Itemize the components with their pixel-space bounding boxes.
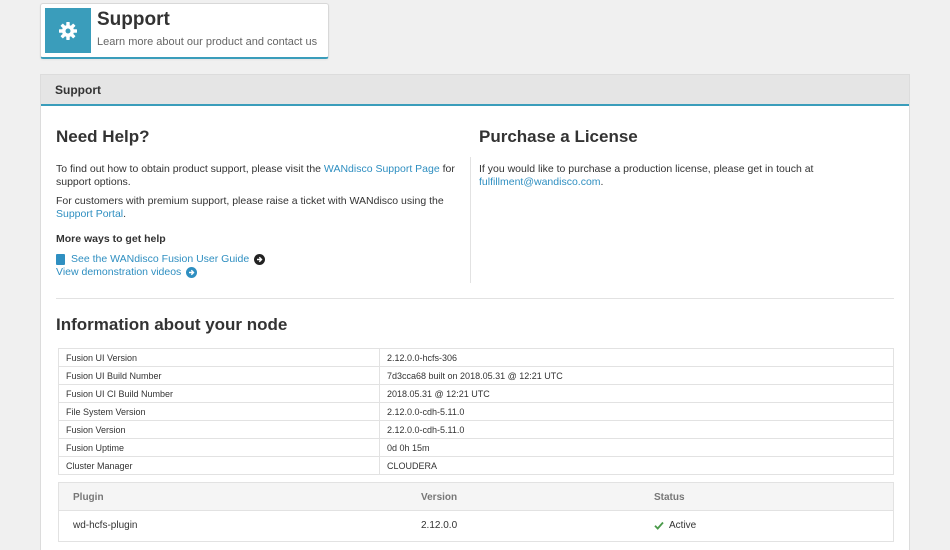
- node-info-title: Information about your node: [56, 315, 288, 334]
- demo-videos-item[interactable]: View demonstration videos: [56, 266, 468, 279]
- info-key: Fusion UI Build Number: [58, 366, 380, 385]
- need-help-title: Need Help?: [56, 127, 150, 146]
- support-page-text-prefix: To find out how to obtain product suppor…: [56, 163, 324, 175]
- info-key: Fusion UI Version: [58, 348, 380, 367]
- arrow-right-circle-icon[interactable]: [254, 254, 266, 265]
- plugins-table-header: Plugin Version Status: [59, 483, 893, 511]
- plugin-status: Active: [654, 520, 696, 531]
- column-divider: [470, 157, 471, 283]
- purchase-license-section: Purchase a License If you would like to …: [479, 127, 899, 189]
- check-icon: [654, 521, 664, 530]
- user-guide-item[interactable]: See the WANdisco Fusion User Guide: [56, 253, 468, 266]
- plugin-version: 2.12.0.0: [421, 520, 458, 531]
- page-title: Support: [97, 9, 170, 30]
- section-divider: [56, 298, 894, 299]
- support-portal-text-suffix: .: [123, 208, 127, 220]
- info-value: 2018.05.31 @ 12:21 UTC: [379, 384, 894, 403]
- info-value: 0d 0h 15m: [379, 438, 894, 457]
- table-row: wd-hcfs-plugin 2.12.0.0 Active: [59, 511, 893, 541]
- support-portal-text-prefix: For customers with premium support, plea…: [56, 195, 444, 207]
- demo-videos-link[interactable]: View demonstration videos: [56, 266, 181, 279]
- info-value: 7d3cca68 built on 2018.05.31 @ 12:21 UTC: [379, 366, 894, 385]
- table-row: Fusion UI CI Build Number 2018.05.31 @ 12…: [58, 384, 894, 403]
- info-key: Fusion Uptime: [58, 438, 380, 457]
- info-value: 2.12.0.0-hcfs-306: [379, 348, 894, 367]
- info-key: File System Version: [58, 402, 380, 421]
- more-ways-title: More ways to get help: [56, 233, 166, 245]
- plugin-name: wd-hcfs-plugin: [73, 520, 138, 531]
- col-header-plugin: Plugin: [73, 492, 104, 503]
- table-row: Fusion UI Version 2.12.0.0-hcfs-306: [58, 348, 894, 367]
- plugins-table: Plugin Version Status wd-hcfs-plugin 2.1…: [58, 482, 894, 542]
- license-text-body: If you would like to purchase a producti…: [479, 163, 814, 175]
- fulfillment-email-link[interactable]: fulfillment@wandisco.com: [479, 176, 601, 188]
- table-row: Fusion Uptime 0d 0h 15m: [58, 438, 894, 457]
- page-subtitle: Learn more about our product and contact…: [97, 36, 318, 48]
- info-key: Fusion Version: [58, 420, 380, 439]
- gear-icon: [45, 8, 91, 53]
- support-portal-link[interactable]: Support Portal: [56, 208, 123, 220]
- need-help-section: Need Help? To find out how to obtain pro…: [56, 127, 468, 279]
- col-header-version: Version: [421, 492, 458, 503]
- license-text: If you would like to purchase a producti…: [479, 163, 899, 189]
- info-value: 2.12.0.0-cdh-5.11.0: [379, 402, 894, 421]
- support-portal-text: For customers with premium support, plea…: [56, 195, 468, 221]
- arrow-right-circle-icon[interactable]: [186, 267, 198, 278]
- support-panel: Support Need Help? To find out how to ob…: [40, 74, 910, 550]
- table-row: Cluster Manager CLOUDERA: [58, 456, 894, 475]
- page-header: Support Learn more about our product and…: [40, 3, 329, 59]
- user-guide-link[interactable]: See the WANdisco Fusion User Guide: [71, 253, 249, 266]
- info-key: Cluster Manager: [58, 456, 380, 475]
- info-key: Fusion UI CI Build Number: [58, 384, 380, 403]
- panel-title: Support: [41, 75, 909, 106]
- purchase-license-title: Purchase a License: [479, 127, 638, 146]
- license-text-suffix: .: [600, 176, 604, 188]
- table-row: Fusion Version 2.12.0.0-cdh-5.11.0: [58, 420, 894, 439]
- table-row: Fusion UI Build Number 7d3cca68 built on …: [58, 366, 894, 385]
- col-header-status: Status: [654, 492, 685, 503]
- status-text: Active: [669, 520, 697, 531]
- table-row: File System Version 2.12.0.0-cdh-5.11.0: [58, 402, 894, 421]
- info-value: CLOUDERA: [379, 456, 894, 475]
- book-icon: [56, 254, 65, 265]
- support-page-link[interactable]: WANdisco Support Page: [324, 163, 440, 175]
- node-info-table: Fusion UI Version 2.12.0.0-hcfs-306 Fusio…: [58, 348, 894, 475]
- support-page-text: To find out how to obtain product suppor…: [56, 163, 468, 189]
- info-value: 2.12.0.0-cdh-5.11.0: [379, 420, 894, 439]
